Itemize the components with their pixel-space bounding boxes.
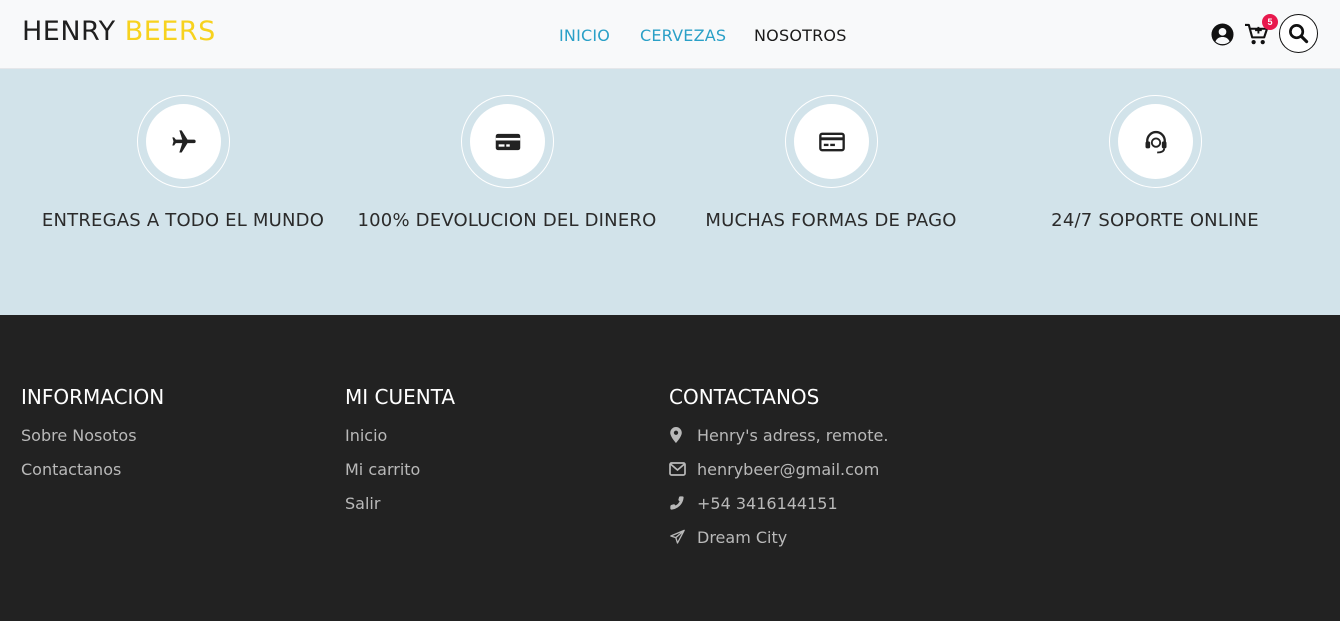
nav-inicio[interactable]: INICIO bbox=[559, 26, 610, 45]
main-nav: INICIO CERVEZAS NOSOTROS bbox=[0, 26, 1340, 46]
phone-icon bbox=[670, 496, 684, 510]
envelope-icon bbox=[669, 462, 686, 476]
site-header: HENRY BEERS INICIO CERVEZAS NOSOTROS 5 bbox=[0, 0, 1340, 69]
contact-email: henrybeer@gmail.com bbox=[669, 460, 888, 494]
footer-link-contactanos[interactable]: Contactanos bbox=[21, 460, 164, 494]
contact-city-text: Dream City bbox=[697, 528, 788, 547]
footer-col-informacion: INFORMACION Sobre Nosotos Contactanos bbox=[21, 385, 164, 494]
search-button[interactable] bbox=[1279, 14, 1318, 53]
contact-phone: +54 3416144151 bbox=[669, 494, 888, 528]
user-icon[interactable] bbox=[1211, 23, 1234, 46]
contact-address: Henry's adress, remote. bbox=[669, 426, 888, 460]
footer-link-mi-carrito[interactable]: Mi carrito bbox=[345, 460, 455, 494]
feature-icon-ring bbox=[461, 95, 554, 188]
cart-count-badge: 5 bbox=[1262, 14, 1278, 30]
footer-heading: INFORMACION bbox=[21, 385, 165, 409]
footer-col-mi-cuenta: MI CUENTA Inicio Mi carrito Salir bbox=[345, 385, 455, 528]
feature-title: 24/7 SOPORTE ONLINE bbox=[1051, 210, 1259, 231]
contact-phone-text: +54 3416144151 bbox=[697, 494, 838, 513]
contact-email-link[interactable]: henrybeer@gmail.com bbox=[697, 460, 879, 479]
footer-col-contactanos: CONTACTANOS Henry's adress, remote. henr… bbox=[669, 385, 888, 562]
footer-heading: MI CUENTA bbox=[345, 385, 456, 409]
footer-link-inicio[interactable]: Inicio bbox=[345, 426, 455, 460]
feature-payment-methods: MUCHAS FORMAS DE PAGO bbox=[669, 69, 993, 315]
footer-heading: CONTACTANOS bbox=[669, 385, 820, 409]
headset-icon bbox=[1145, 130, 1167, 154]
footer-link-sobre-nosotros[interactable]: Sobre Nosotos bbox=[21, 426, 164, 460]
contact-address-text: Henry's adress, remote. bbox=[697, 426, 889, 445]
features-band: ENTREGAS A TODO EL MUNDO 100% DEVOLUCION… bbox=[0, 69, 1340, 315]
search-icon bbox=[1289, 24, 1309, 44]
nav-cervezas[interactable]: CERVEZAS bbox=[640, 26, 726, 45]
payment-card-icon bbox=[819, 132, 845, 152]
feature-worldwide-delivery: ENTREGAS A TODO EL MUNDO bbox=[21, 69, 345, 315]
feature-money-back: 100% DEVOLUCION DEL DINERO bbox=[345, 69, 669, 315]
airplane-icon bbox=[172, 130, 196, 153]
feature-title: 100% DEVOLUCION DEL DINERO bbox=[357, 210, 657, 231]
feature-support: 24/7 SOPORTE ONLINE bbox=[993, 69, 1317, 315]
nav-nosotros[interactable]: NOSOTROS bbox=[754, 26, 847, 45]
contact-city: Dream City bbox=[669, 528, 888, 562]
paper-plane-icon bbox=[670, 529, 685, 544]
feature-title: MUCHAS FORMAS DE PAGO bbox=[705, 210, 957, 231]
feature-icon-ring bbox=[1109, 95, 1202, 188]
site-footer: INFORMACION Sobre Nosotos Contactanos MI… bbox=[0, 315, 1340, 621]
feature-icon-ring bbox=[137, 95, 230, 188]
map-pin-icon bbox=[670, 427, 682, 443]
feature-title: ENTREGAS A TODO EL MUNDO bbox=[41, 210, 325, 231]
feature-icon-ring bbox=[785, 95, 878, 188]
credit-card-icon bbox=[495, 133, 521, 151]
footer-link-salir[interactable]: Salir bbox=[345, 494, 455, 528]
